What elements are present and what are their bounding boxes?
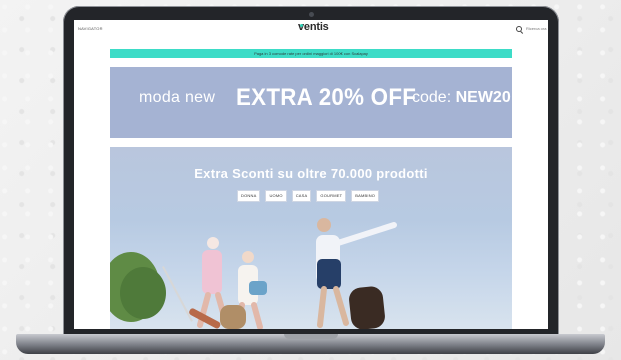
- laptop-lid: NAVIGATOR ventis Ricerca ora Paga in 3 c…: [63, 6, 559, 339]
- category-button-donna[interactable]: DONNA: [237, 190, 261, 202]
- promo-banner[interactable]: moda new EXTRA 20% OFF code: NEW20: [110, 67, 512, 138]
- category-buttons: DONNA UOMO CASA GOURMET BAMBINO: [237, 190, 380, 202]
- category-button-casa[interactable]: CASA: [291, 190, 312, 202]
- promo-strip[interactable]: Paga in 3 comode rate per ordini maggior…: [110, 49, 512, 58]
- logo-dot-icon: [300, 24, 303, 27]
- banner-code: code: NEW20: [412, 89, 511, 107]
- banner-left-text: moda new: [139, 89, 216, 106]
- search-link[interactable]: Ricerca ora: [526, 26, 546, 31]
- menu-link[interactable]: NAVIGATOR: [78, 26, 103, 31]
- screen: NAVIGATOR ventis Ricerca ora Paga in 3 c…: [74, 20, 548, 329]
- category-button-gourmet[interactable]: GOURMET: [316, 190, 347, 202]
- site-header: NAVIGATOR ventis Ricerca ora: [74, 20, 548, 44]
- banner-code-value: NEW20: [455, 89, 511, 106]
- laptop-notch: [284, 334, 338, 339]
- hero-banner[interactable]: Extra Sconti su oltre 70.000 prodotti DO…: [110, 147, 512, 329]
- brand-logo[interactable]: ventis: [298, 21, 329, 33]
- laptop-base: [16, 334, 605, 354]
- category-button-uomo[interactable]: UOMO: [265, 190, 287, 202]
- banner-headline: EXTRA 20% OFF: [236, 84, 417, 111]
- search-icon[interactable]: [516, 26, 522, 32]
- camera-icon: [309, 12, 314, 17]
- hero-title: Extra Sconti su oltre 70.000 prodotti: [194, 166, 428, 181]
- skater-middle: [220, 251, 267, 329]
- banner-code-prefix: code:: [412, 89, 452, 106]
- skater-right: [316, 218, 397, 329]
- category-button-bambino[interactable]: BAMBINO: [351, 190, 380, 202]
